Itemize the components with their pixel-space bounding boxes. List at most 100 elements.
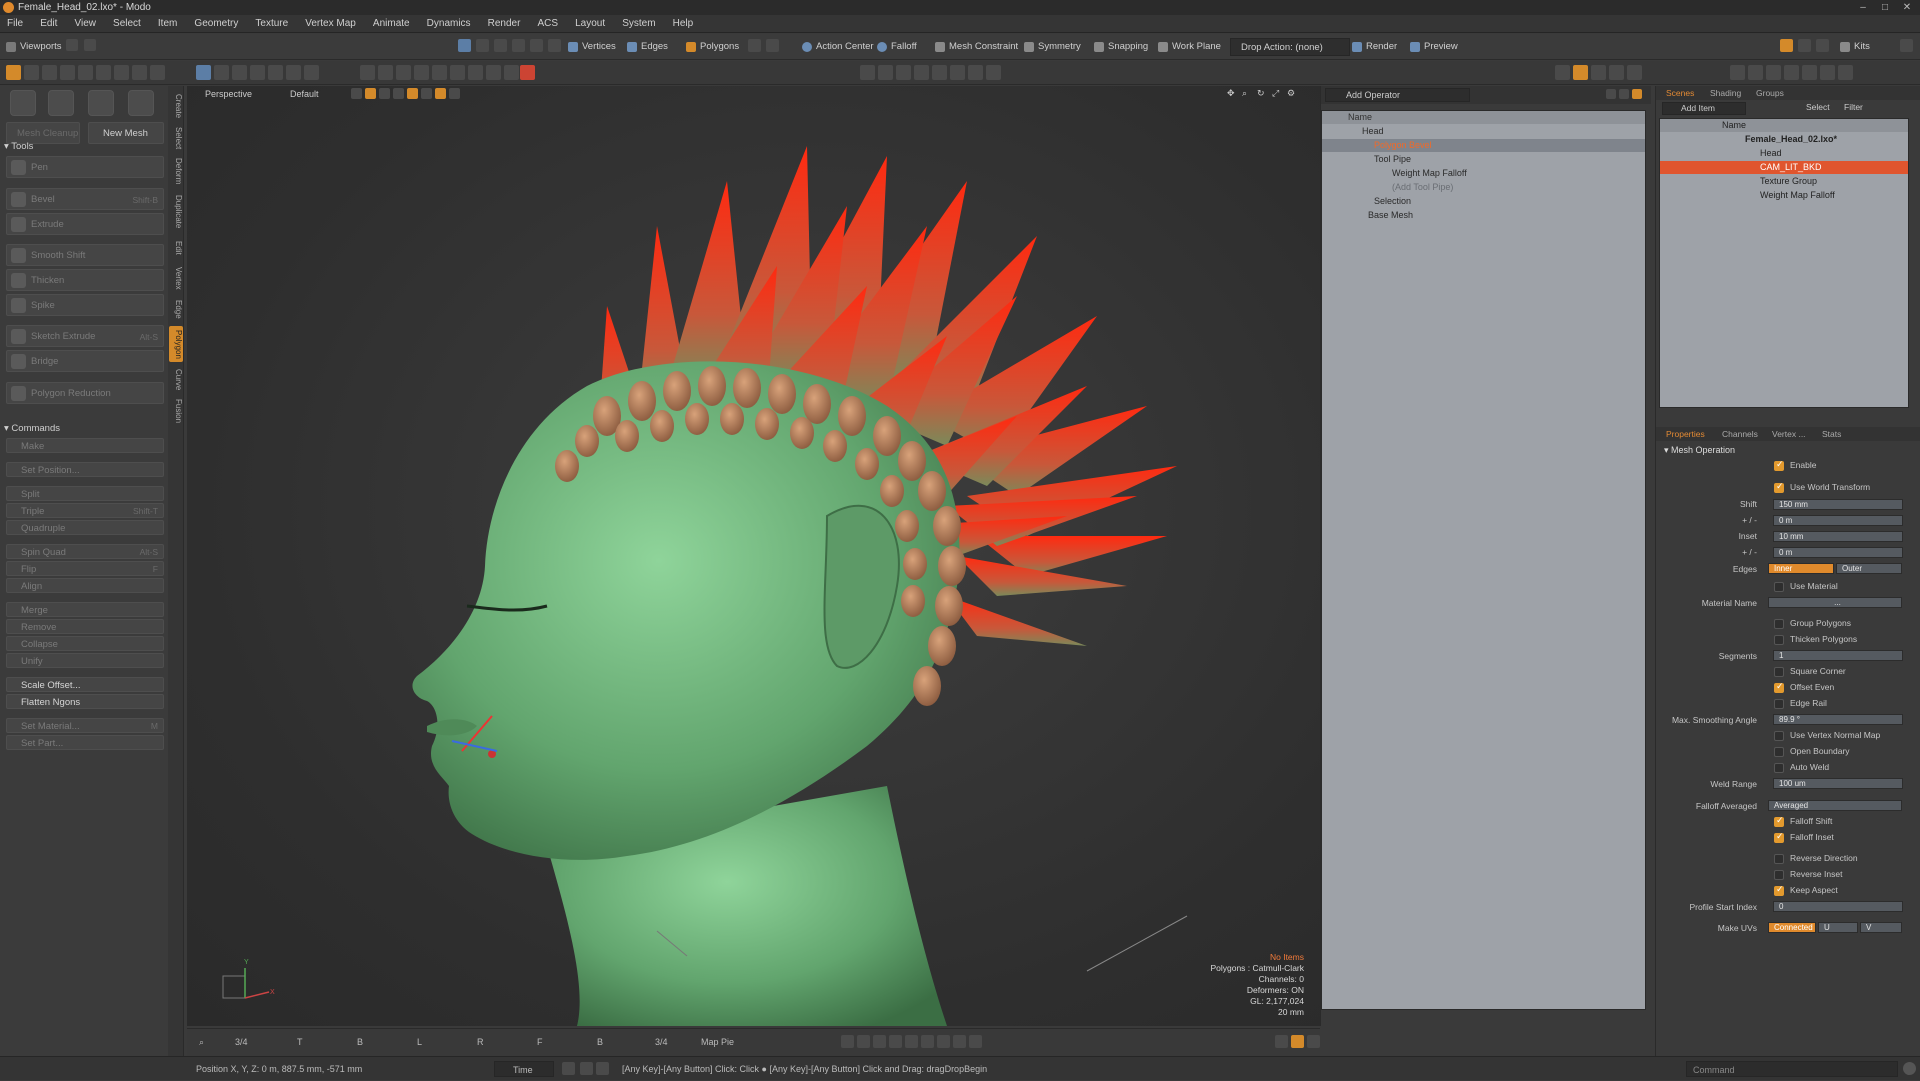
menu-texture[interactable]: Texture <box>248 15 295 33</box>
vertices-button[interactable]: Vertices <box>566 38 620 56</box>
record-icon[interactable] <box>520 65 535 80</box>
maximize-icon[interactable]: □ <box>1874 0 1896 15</box>
operator-row[interactable]: Weight Map Falloff <box>1322 167 1645 180</box>
vtab-edit[interactable]: Edit <box>169 238 183 258</box>
locator-icon[interactable] <box>1838 65 1853 80</box>
segments-field[interactable]: 1 <box>1773 650 1903 661</box>
material-name-dropdown[interactable]: ... <box>1768 597 1902 608</box>
expand-icon[interactable] <box>1619 89 1629 99</box>
work-plane-button[interactable]: Work Plane <box>1156 38 1225 56</box>
edges-button[interactable]: Edges <box>625 38 672 56</box>
thicken-polygons-checkbox[interactable] <box>1774 635 1784 645</box>
view-tab-right[interactable]: R <box>477 1037 484 1047</box>
menu-acs[interactable]: ACS <box>531 15 566 33</box>
environment-icon[interactable] <box>1802 65 1817 80</box>
make-uvs-u[interactable]: U <box>1818 922 1858 933</box>
time-button[interactable]: Time <box>494 1061 554 1077</box>
layout-switch-icon[interactable] <box>84 39 96 51</box>
edge-slide-icon[interactable] <box>250 65 265 80</box>
snap-edge-icon[interactable] <box>857 1035 870 1048</box>
cmd-split[interactable]: Split <box>6 486 164 501</box>
grid-icon[interactable] <box>878 65 893 80</box>
scene-row-highlighted[interactable]: CAM_LIT_BKD <box>1660 161 1908 174</box>
operator-row-selected[interactable]: Polygon Bevel <box>1322 139 1645 152</box>
shift-field[interactable]: 150 mm <box>1773 499 1903 510</box>
falloff-button[interactable]: Falloff <box>875 38 921 56</box>
menu-render[interactable]: Render <box>481 15 528 33</box>
scale-tool-icon[interactable] <box>60 65 75 80</box>
cmd-flatten-ngons[interactable]: Flatten Ngons <box>6 694 164 709</box>
layout-view-icon[interactable] <box>1573 65 1588 80</box>
add-item-dropdown[interactable]: Add Item <box>1662 102 1746 115</box>
timeline-icon[interactable] <box>562 1062 575 1075</box>
select-through-icon[interactable] <box>476 39 489 52</box>
viewports-button[interactable]: Viewports <box>4 38 66 56</box>
view-tab-back[interactable]: B <box>597 1037 603 1047</box>
group-icon[interactable] <box>1820 65 1835 80</box>
tool-polygon-reduction[interactable]: Polygon Reduction <box>6 382 164 404</box>
menu-edit[interactable]: Edit <box>33 15 64 33</box>
pause-icon[interactable] <box>596 1062 609 1075</box>
scene-row[interactable]: Texture Group <box>1660 175 1908 188</box>
list-view-icon[interactable] <box>1555 65 1570 80</box>
loop-slice-icon[interactable] <box>232 65 247 80</box>
3d-viewport[interactable]: Perspective Default ✥ ⌕ ↻ ⤢ ⚙ Y X No Ite… <box>187 86 1320 1026</box>
cmd-make[interactable]: Make <box>6 438 164 453</box>
layout-toggle-icon[interactable] <box>1780 39 1793 52</box>
vtab-polygon[interactable]: Polygon <box>169 326 183 362</box>
bevel-tool-icon[interactable] <box>196 65 211 80</box>
keep-aspect-checkbox[interactable] <box>1774 884 1784 896</box>
tool-smooth-shift[interactable]: Smooth Shift <box>6 244 164 266</box>
falloff-averaged-dropdown[interactable]: Averaged <box>1768 800 1902 811</box>
bend-tool-icon[interactable] <box>304 65 319 80</box>
square-corner-checkbox[interactable] <box>1774 667 1784 677</box>
uv-tool-icon[interactable] <box>468 65 483 80</box>
snap-tool-icon[interactable] <box>114 65 129 80</box>
auto-weld-checkbox[interactable] <box>1774 763 1784 773</box>
snapping-button[interactable]: Snapping <box>1092 38 1152 56</box>
vertex-normal-map-checkbox[interactable] <box>1774 731 1784 741</box>
texture-icon[interactable] <box>1748 65 1763 80</box>
move-tool-icon[interactable] <box>24 65 39 80</box>
view-tab-bottom[interactable]: B <box>357 1037 363 1047</box>
snap-pen-icon[interactable] <box>953 1035 966 1048</box>
lights-icon[interactable] <box>950 65 965 80</box>
weld-range-field[interactable]: 100 um <box>1773 778 1903 789</box>
search-icon[interactable] <box>1816 39 1829 52</box>
cmd-triple[interactable]: Triple Shift-T <box>6 503 164 518</box>
menu-select[interactable]: Select <box>106 15 148 33</box>
tab-groups[interactable]: Groups <box>1752 86 1788 100</box>
sculpt-mode-icon[interactable] <box>88 90 114 116</box>
bridge-tool-icon[interactable] <box>268 65 283 80</box>
falloff-shift-checkbox[interactable] <box>1774 815 1784 827</box>
menu-file[interactable]: File <box>0 15 30 33</box>
bottom-split-icon[interactable] <box>1307 1035 1320 1048</box>
lasso-icon[interactable] <box>494 39 507 52</box>
scene-row[interactable]: Female_Head_02.lxo* <box>1660 133 1908 146</box>
make-uvs-v[interactable]: V <box>1860 922 1902 933</box>
operator-row[interactable]: (Add Tool Pipe) <box>1322 181 1645 194</box>
material-ball-icon[interactable] <box>1730 65 1745 80</box>
add-operator-dropdown[interactable]: Add Operator <box>1325 88 1470 102</box>
menu-help[interactable]: Help <box>666 15 701 33</box>
zoom-icon[interactable]: ⌕ <box>199 1037 204 1048</box>
cmd-merge[interactable]: Merge <box>6 602 164 617</box>
zoom-tool-icon[interactable] <box>360 65 375 80</box>
view-tab-34[interactable]: 3/4 <box>235 1037 248 1047</box>
snap-pivot-icon[interactable] <box>905 1035 918 1048</box>
open-boundary-checkbox[interactable] <box>1774 747 1784 757</box>
cmd-spin-quad[interactable]: Spin Quad Alt-S <box>6 544 164 559</box>
inset-variation-field[interactable]: 0 m <box>1773 547 1903 558</box>
cmd-set-position[interactable]: Set Position... <box>6 462 164 477</box>
snap-surface-icon[interactable] <box>969 1035 982 1048</box>
action-center-button[interactable]: Action Center <box>800 38 878 56</box>
menu-layout[interactable]: Layout <box>568 15 612 33</box>
world-transform-checkbox[interactable] <box>1774 481 1784 493</box>
tool-thicken[interactable]: Thicken <box>6 269 164 291</box>
max-smoothing-field[interactable]: 89.9 ° <box>1773 714 1903 725</box>
snap-poly-icon[interactable] <box>873 1035 886 1048</box>
select-tool-icon[interactable] <box>6 65 21 80</box>
item-mode-icon[interactable] <box>530 39 543 52</box>
vtab-create[interactable]: Create <box>169 92 183 120</box>
tool-bevel[interactable]: Bevel Shift-B <box>6 188 164 210</box>
